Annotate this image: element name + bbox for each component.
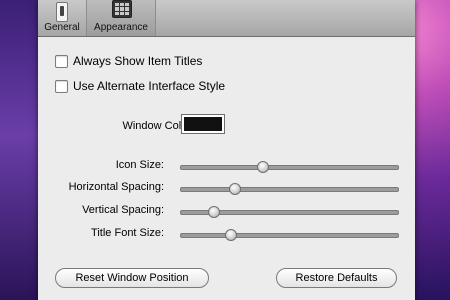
window-color-swatch	[184, 117, 222, 131]
use-alternate-interface-style-label: Use Alternate Interface Style	[73, 79, 226, 93]
vertical-spacing-label: Vertical Spacing:	[82, 204, 164, 216]
vertical-spacing-slider-knob[interactable]	[207, 206, 220, 218]
tab-general-label: General	[44, 22, 80, 33]
tab-appearance-label: Appearance	[94, 22, 148, 33]
use-alternate-interface-style-option[interactable]: Use Alternate Interface Style	[55, 79, 225, 93]
restore-defaults-button[interactable]: Restore Defaults	[276, 268, 397, 288]
desktop-wallpaper	[0, 0, 38, 300]
horizontal-spacing-label: Horizontal Spacing:	[68, 181, 164, 193]
use-alternate-interface-style-checkbox[interactable]	[55, 79, 68, 93]
tab-appearance[interactable]: Appearance	[86, 0, 156, 36]
reset-window-position-button[interactable]: Reset Window Position	[55, 268, 209, 288]
window-color-label: Window Color:	[122, 120, 194, 132]
appearance-pane: Always Show Item Titles Use Alternate In…	[38, 37, 415, 300]
icon-size-label: Icon Size:	[115, 159, 164, 171]
title-font-size-slider-knob[interactable]	[224, 229, 237, 241]
title-font-size-slider[interactable]	[180, 229, 399, 241]
window-color-well[interactable]	[181, 114, 225, 134]
horizontal-spacing-slider-knob[interactable]	[229, 183, 242, 195]
tab-general[interactable]: General	[40, 0, 84, 36]
title-font-size-label: Title Font Size:	[91, 227, 164, 239]
general-icon	[56, 2, 68, 22]
preferences-window: General Appearance Always Show Item Titl…	[38, 0, 415, 300]
always-show-item-titles-option[interactable]: Always Show Item Titles	[55, 54, 202, 68]
appearance-icon	[112, 0, 132, 18]
icon-size-slider[interactable]	[180, 161, 399, 173]
vertical-spacing-slider[interactable]	[180, 206, 399, 218]
always-show-item-titles-label: Always Show Item Titles	[73, 54, 203, 68]
preferences-toolbar: General Appearance	[38, 0, 415, 37]
icon-size-slider-knob[interactable]	[257, 161, 270, 173]
horizontal-spacing-slider[interactable]	[180, 183, 399, 195]
always-show-item-titles-checkbox[interactable]	[55, 54, 68, 68]
